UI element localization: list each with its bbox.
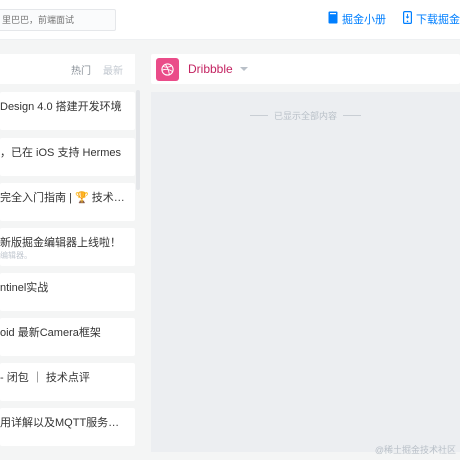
divider-line (249, 115, 268, 116)
feed-item-title: 完全入门指南 | 🏆 技术… (0, 192, 125, 204)
feed-item[interactable]: 新版掘金编辑器上线啦！ 编辑器。 (0, 228, 135, 266)
feed-item-summary: 编辑器。 (0, 251, 32, 260)
watermark: @稀土掘金技术社区 (374, 445, 456, 455)
category-content (151, 92, 460, 452)
feed-item[interactable]: 用详解以及MQTT服务… (0, 408, 135, 446)
feed-item-title: oid 最新Camera框架 (0, 327, 101, 339)
download-app-link[interactable]: 下载掘金 (403, 11, 460, 27)
feed-item-title: Design 4.0 搭建开发环境 (0, 101, 122, 113)
feed-tabs: 热门 最新 (0, 54, 135, 84)
dribbble-icon (156, 57, 179, 81)
top-header: 掘金小册 下载掘金 (0, 0, 460, 40)
feed-item[interactable]: Design 4.0 搭建开发环境 (0, 92, 135, 130)
book-link[interactable]: 掘金小册 (328, 11, 386, 27)
feed-item[interactable]: 完全入门指南 | 🏆 技术… (0, 183, 135, 221)
chevron-down-icon[interactable] (239, 67, 248, 71)
feed-scrollbar[interactable] (136, 90, 140, 190)
feed-item[interactable]: - 闭包 ｜ 技术点评 (0, 363, 135, 401)
end-of-list-notice: 已显示全部内容 (151, 109, 460, 122)
end-of-list-text: 已显示全部内容 (273, 111, 337, 121)
tab-new[interactable]: 最新 (103, 62, 123, 77)
feed-item[interactable]: ，已在 iOS 支持 Hermes (0, 138, 135, 176)
feed-item-title: 新版掘金编辑器上线啦！ (0, 237, 121, 249)
feed-item-title: ，已在 iOS 支持 Hermes (0, 147, 122, 159)
book-link-label: 掘金小册 (342, 14, 386, 26)
book-icon (328, 11, 338, 27)
download-app-label: 下载掘金 (416, 14, 460, 26)
divider-line (343, 115, 361, 116)
feed-item-title: ntinel实战 (0, 282, 49, 294)
search-input[interactable] (0, 10, 115, 30)
article-feed: 热门 最新 (0, 54, 135, 84)
feed-item[interactable]: ntinel实战 (0, 273, 135, 311)
tab-hot[interactable]: 热门 (71, 62, 91, 77)
search-box[interactable] (0, 9, 116, 31)
feed-item-title: - 闭包 ｜ 技术点评 (0, 372, 90, 384)
feed-item-title: 用详解以及MQTT服务… (0, 417, 120, 429)
category-header[interactable]: Dribbble (151, 54, 460, 84)
feed-item[interactable]: oid 最新Camera框架 (0, 318, 135, 356)
category-name: Dribbble (188, 62, 233, 76)
category-panel: Dribbble 已显示全部内容 (151, 54, 460, 452)
phone-icon (403, 11, 413, 27)
